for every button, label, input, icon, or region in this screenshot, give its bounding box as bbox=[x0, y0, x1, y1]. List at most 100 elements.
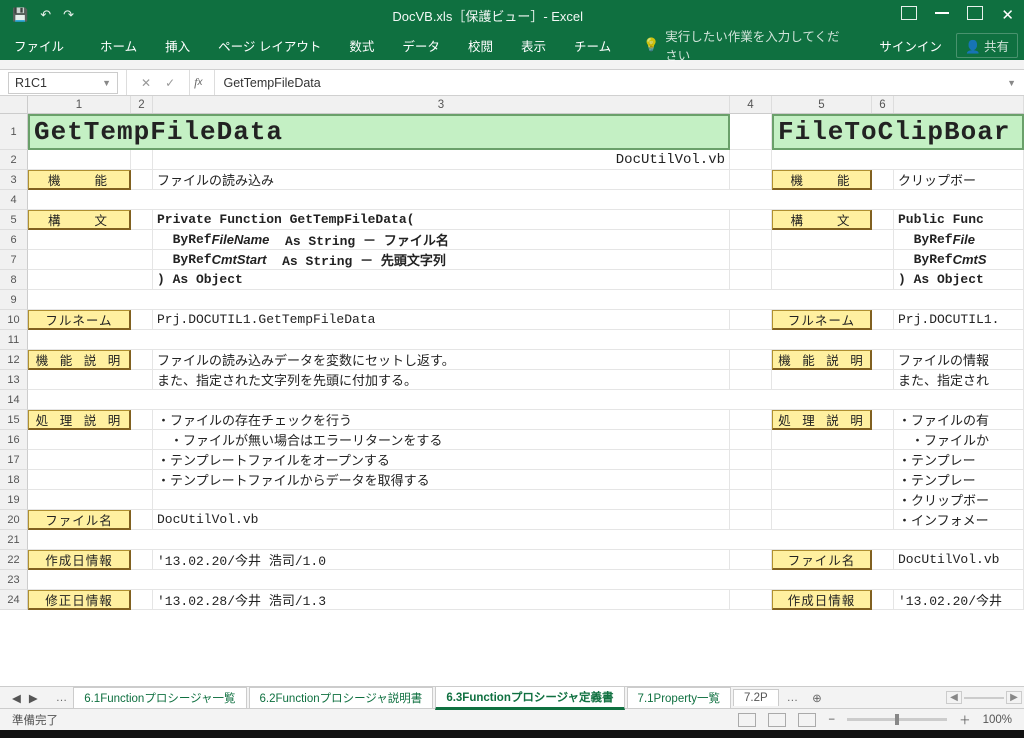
tab-data[interactable]: データ bbox=[402, 36, 440, 55]
view-pagelayout-icon[interactable] bbox=[768, 713, 786, 727]
close-icon[interactable]: ✕ bbox=[1001, 6, 1014, 24]
col-header[interactable]: 4 bbox=[730, 96, 772, 113]
zoom-level[interactable]: 100% bbox=[983, 714, 1012, 726]
hscroll-left-icon[interactable]: ◀ bbox=[946, 691, 962, 704]
tab-nav-next-icon[interactable]: ▶ bbox=[29, 691, 38, 705]
value-funcdesc[interactable]: ファイルの読み込みデータを変数にセットし返す。 bbox=[153, 350, 730, 370]
value-procdesc[interactable]: ・ファイルの存在チェックを行う bbox=[153, 410, 730, 430]
signature-line-r[interactable]: ByRef File bbox=[894, 230, 1024, 250]
col-header[interactable] bbox=[894, 96, 1024, 113]
hscroll-thumb[interactable] bbox=[964, 697, 1004, 699]
value-procdesc-r[interactable]: ・ファイルの有 bbox=[894, 410, 1024, 430]
zoom-in-button[interactable]: ＋ bbox=[959, 712, 971, 728]
value-modified[interactable]: '13.02.28/今井 浩司/1.3 bbox=[153, 590, 730, 610]
value-function[interactable]: ファイルの読み込み bbox=[153, 170, 730, 190]
tab-home[interactable]: ホーム bbox=[100, 36, 137, 55]
cancel-icon[interactable]: ✕ bbox=[141, 76, 151, 90]
label-funcdesc[interactable]: 機 能 説 明 bbox=[28, 350, 131, 370]
worksheet-grid[interactable]: 1 2 3 4 5 6 1 GetTempFileData FileToClip… bbox=[0, 96, 1024, 686]
save-icon[interactable]: 💾 bbox=[12, 7, 28, 23]
label-procdesc-r[interactable]: 処 理 説 明 bbox=[772, 410, 872, 430]
label-fullname[interactable]: フルネーム bbox=[28, 310, 131, 330]
value-funcdesc[interactable]: また、指定された文字列を先頭に付加する。 bbox=[153, 370, 730, 390]
share-button[interactable]: 👤 共有 bbox=[956, 33, 1018, 58]
signature-line-r[interactable]: ByRef CmtS bbox=[894, 250, 1024, 270]
row-header[interactable]: 2 bbox=[0, 150, 28, 170]
proc-title-right[interactable]: FileToClipBoar bbox=[772, 114, 1024, 150]
cell[interactable] bbox=[730, 114, 772, 150]
formula-expand-icon[interactable]: ▼ bbox=[999, 78, 1024, 88]
undo-icon[interactable]: ↶ bbox=[40, 7, 51, 23]
minimize-icon[interactable] bbox=[935, 12, 949, 14]
tell-me[interactable]: 💡実行したい作業を入力してください bbox=[643, 26, 851, 64]
view-pagebreak-icon[interactable] bbox=[798, 713, 816, 727]
value-fullname-r[interactable]: Prj.DOCUTIL1. bbox=[894, 310, 1024, 330]
proc-title-left[interactable]: GetTempFileData bbox=[28, 114, 730, 150]
name-box[interactable]: R1C1▼ bbox=[8, 72, 118, 94]
value-created[interactable]: '13.02.20/今井 浩司/1.0 bbox=[153, 550, 730, 570]
hscroll-right-icon[interactable]: ▶ bbox=[1006, 691, 1022, 704]
value-funcdesc-r[interactable]: ファイルの情報 bbox=[894, 350, 1024, 370]
sheet-tab[interactable]: 6.1Functionプロシージャ一覧 bbox=[73, 687, 246, 708]
label-fullname-r[interactable]: フルネーム bbox=[772, 310, 872, 330]
zoom-out-button[interactable]: − bbox=[828, 714, 835, 726]
col-header[interactable]: 6 bbox=[872, 96, 894, 113]
value-filename-r[interactable]: DocUtilVol.vb bbox=[894, 550, 1024, 570]
col-header[interactable]: 2 bbox=[131, 96, 153, 113]
tab-pagelayout[interactable]: ページ レイアウト bbox=[218, 36, 321, 55]
label-created-r[interactable]: 作成日情報 bbox=[772, 590, 872, 610]
tab-view[interactable]: 表示 bbox=[521, 36, 546, 55]
tab-overflow-left[interactable]: … bbox=[50, 692, 74, 704]
sheet-tab[interactable]: 7.1Property一覧 bbox=[627, 687, 731, 708]
maximize-icon[interactable] bbox=[967, 6, 983, 20]
view-normal-icon[interactable] bbox=[738, 713, 756, 727]
row-header[interactable]: 3 bbox=[0, 170, 28, 190]
value-function-r[interactable]: クリップボー bbox=[894, 170, 1024, 190]
tab-overflow-right[interactable]: … bbox=[781, 692, 805, 704]
source-file-label[interactable]: DocUtilVol.vb bbox=[153, 150, 730, 170]
col-header[interactable]: 5 bbox=[772, 96, 872, 113]
signature-line[interactable]: Private Function GetTempFileData( bbox=[153, 210, 730, 230]
fx-icon[interactable]: fx bbox=[189, 70, 214, 95]
signature-line[interactable]: ByRef CmtStart As String － 先頭文字列 bbox=[153, 250, 730, 270]
signature-line-r[interactable]: ) As Object bbox=[894, 270, 1024, 290]
sheet-tab[interactable]: 7.2P bbox=[733, 689, 779, 706]
redo-icon[interactable]: ↷ bbox=[63, 7, 74, 23]
col-header[interactable]: 1 bbox=[28, 96, 131, 113]
value-created-r[interactable]: '13.02.20/今井 bbox=[894, 590, 1024, 610]
tab-file[interactable]: ファイル bbox=[6, 32, 72, 59]
label-procdesc[interactable]: 処 理 説 明 bbox=[28, 410, 131, 430]
label-created[interactable]: 作成日情報 bbox=[28, 550, 131, 570]
row-header[interactable]: 1 bbox=[0, 114, 28, 150]
tab-review[interactable]: 校閲 bbox=[468, 36, 493, 55]
label-modified[interactable]: 修正日情報 bbox=[28, 590, 131, 610]
formula-input[interactable]: GetTempFileData bbox=[214, 70, 999, 95]
label-filename[interactable]: ファイル名 bbox=[28, 510, 131, 530]
label-syntax[interactable]: 構 文 bbox=[28, 210, 131, 230]
tab-insert[interactable]: 挿入 bbox=[165, 36, 190, 55]
sheet-tab-active[interactable]: 6.3Functionプロシージャ定義書 bbox=[435, 686, 624, 710]
select-all-corner[interactable] bbox=[0, 96, 28, 113]
signin-link[interactable]: サインイン bbox=[879, 36, 942, 55]
signature-line[interactable]: ByRef FileName As String － ファイル名 bbox=[153, 230, 730, 250]
label-syntax-r[interactable]: 構 文 bbox=[772, 210, 872, 230]
label-filename-r[interactable]: ファイル名 bbox=[772, 550, 872, 570]
label-funcdesc-r[interactable]: 機 能 説 明 bbox=[772, 350, 872, 370]
label-function[interactable]: 機 能 bbox=[28, 170, 131, 190]
signature-line[interactable]: ) As Object bbox=[153, 270, 730, 290]
chevron-down-icon[interactable]: ▼ bbox=[102, 78, 111, 88]
sheet-tab[interactable]: 6.2Functionプロシージャ説明書 bbox=[249, 687, 434, 708]
value-fullname[interactable]: Prj.DOCUTIL1.GetTempFileData bbox=[153, 310, 730, 330]
col-header[interactable]: 3 bbox=[153, 96, 730, 113]
label-function-r[interactable]: 機 能 bbox=[772, 170, 872, 190]
ribbon-display-icon[interactable] bbox=[901, 6, 917, 20]
zoom-slider[interactable] bbox=[847, 718, 947, 721]
signature-line-r[interactable]: Public Func bbox=[894, 210, 1024, 230]
add-sheet-button[interactable]: ⊕ bbox=[804, 691, 830, 705]
value-funcdesc-r[interactable]: また、指定され bbox=[894, 370, 1024, 390]
tab-formulas[interactable]: 数式 bbox=[349, 36, 374, 55]
tab-nav-prev-icon[interactable]: ◀ bbox=[12, 691, 21, 705]
tab-team[interactable]: チーム bbox=[574, 36, 611, 55]
enter-icon[interactable]: ✓ bbox=[165, 76, 175, 90]
value-filename[interactable]: DocUtilVol.vb bbox=[153, 510, 730, 530]
